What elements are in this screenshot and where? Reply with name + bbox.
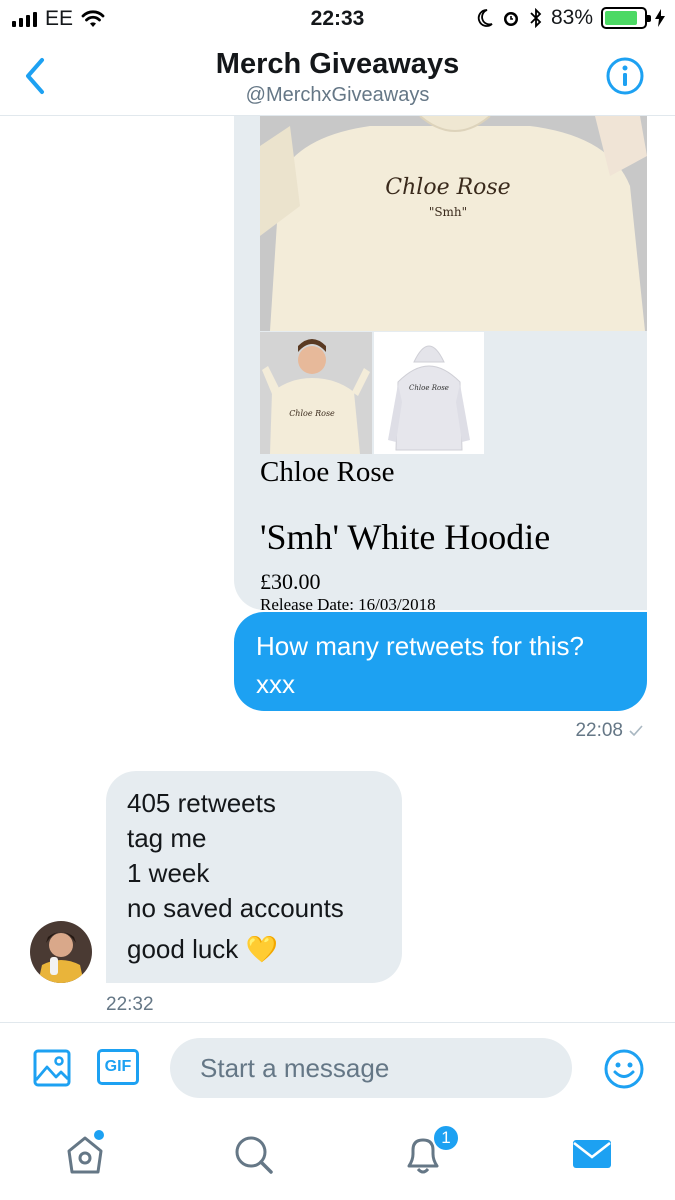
product-hero-image[interactable]: Chloe Rose "Smh" — [260, 116, 647, 331]
received-line: 1 week — [127, 858, 210, 888]
home-unread-dot — [94, 1130, 104, 1140]
conversation-title[interactable]: Merch Giveaways — [0, 48, 675, 81]
svg-text:Chloe Rose: Chloe Rose — [409, 384, 449, 392]
info-icon[interactable] — [605, 56, 645, 96]
image-icon[interactable] — [32, 1048, 72, 1088]
received-line: 405 retweets — [127, 788, 276, 818]
gif-button[interactable]: GIF — [97, 1049, 139, 1085]
hoodie-print-script: Chloe Rose — [385, 175, 510, 200]
bottom-tab-bar — [0, 1114, 675, 1200]
product-title: 'Smh' White Hoodie — [260, 517, 551, 557]
conversation-handle: @MerchxGiveaways — [245, 84, 430, 106]
message-composer: GIF — [0, 1022, 675, 1114]
received-line: no saved accounts — [127, 893, 344, 923]
check-icon — [629, 725, 643, 737]
alarm-icon — [503, 12, 518, 26]
battery-icon — [601, 7, 651, 29]
hoodie-print-sub: "Smh" — [429, 205, 467, 219]
status-right: 83% — [477, 6, 665, 30]
received-line: tag me — [127, 823, 207, 853]
product-price: £30.00 — [260, 569, 321, 594]
product-thumbnail-model[interactable]: Chloe Rose — [260, 332, 372, 454]
notification-count-badge: 1 — [432, 1124, 460, 1152]
status-bar: EE 22:33 83% — [0, 0, 675, 40]
message-input[interactable] — [170, 1038, 572, 1098]
sender-avatar[interactable] — [30, 921, 92, 983]
product-release-date: Release Date: 16/03/2018 — [260, 595, 436, 610]
search-icon[interactable] — [231, 1132, 275, 1176]
sent-message-bubble[interactable]: How many retweets for this? xxx — [234, 612, 647, 711]
battery-percent: 83% — [550, 6, 593, 29]
conversation-header: Merch Giveaways @MerchxGiveaways — [0, 40, 675, 116]
sent-message-time: 22:08 — [575, 720, 623, 741]
bluetooth-icon — [530, 8, 542, 28]
battery-level — [605, 11, 637, 25]
svg-text:Chloe Rose: Chloe Rose — [289, 409, 335, 418]
emoji-icon[interactable] — [603, 1048, 645, 1090]
sent-message-meta: 22:08 — [575, 720, 643, 742]
received-line: good luck 💛 — [127, 934, 278, 964]
product-thumbnail-hoodie[interactable]: Chloe Rose — [374, 332, 484, 454]
product-brand: Chloe Rose — [260, 456, 395, 488]
received-message-time: 22:32 — [106, 994, 154, 1015]
charging-icon — [655, 9, 665, 27]
received-message-bubble[interactable]: 405 retweets tag me 1 week no saved acco… — [106, 771, 402, 983]
moon-icon — [477, 9, 493, 27]
messages-envelope-icon[interactable] — [570, 1132, 614, 1176]
shared-product-card[interactable]: Chloe Rose "Smh" Chloe Rose Chloe Rose C… — [234, 116, 647, 610]
